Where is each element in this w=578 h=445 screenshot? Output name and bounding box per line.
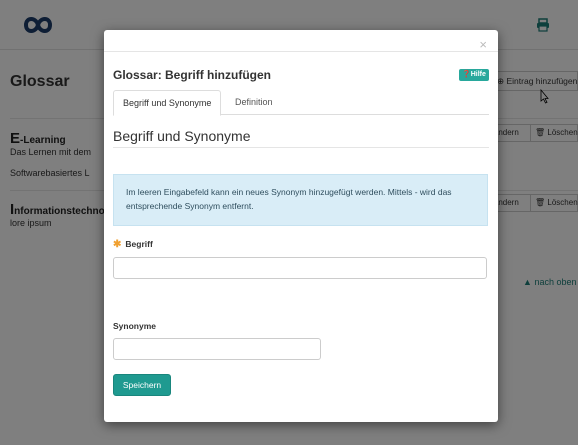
save-button[interactable]: Speichern [113, 374, 171, 396]
term-input[interactable] [113, 257, 487, 279]
tab-term-and-synonyms[interactable]: Begriff und Synonyme [113, 90, 222, 116]
dialog-header-divider [104, 51, 498, 52]
info-message: Im leeren Eingabefeld kann ein neues Syn… [113, 174, 488, 226]
synonyms-label: Synonyme [113, 321, 156, 331]
synonym-input[interactable] [113, 338, 321, 360]
tab-definition[interactable]: Definition [226, 90, 282, 115]
section-title: Begriff und Synonyme [113, 128, 251, 144]
dialog-tabs: Begriff und Synonyme Definition [113, 90, 489, 116]
term-label: ✱ Begriff [113, 239, 153, 250]
help-button[interactable]: ❓Hilfe [459, 69, 489, 81]
required-asterisk-icon: ✱ [113, 239, 122, 250]
close-icon[interactable]: × [479, 38, 487, 51]
add-term-dialog: × Glossar: Begriff hinzufügen ❓Hilfe Beg… [104, 30, 498, 422]
question-circle-icon: ❓ [462, 71, 471, 78]
section-divider [113, 147, 489, 148]
dialog-title: Glossar: Begriff hinzufügen [113, 68, 272, 82]
